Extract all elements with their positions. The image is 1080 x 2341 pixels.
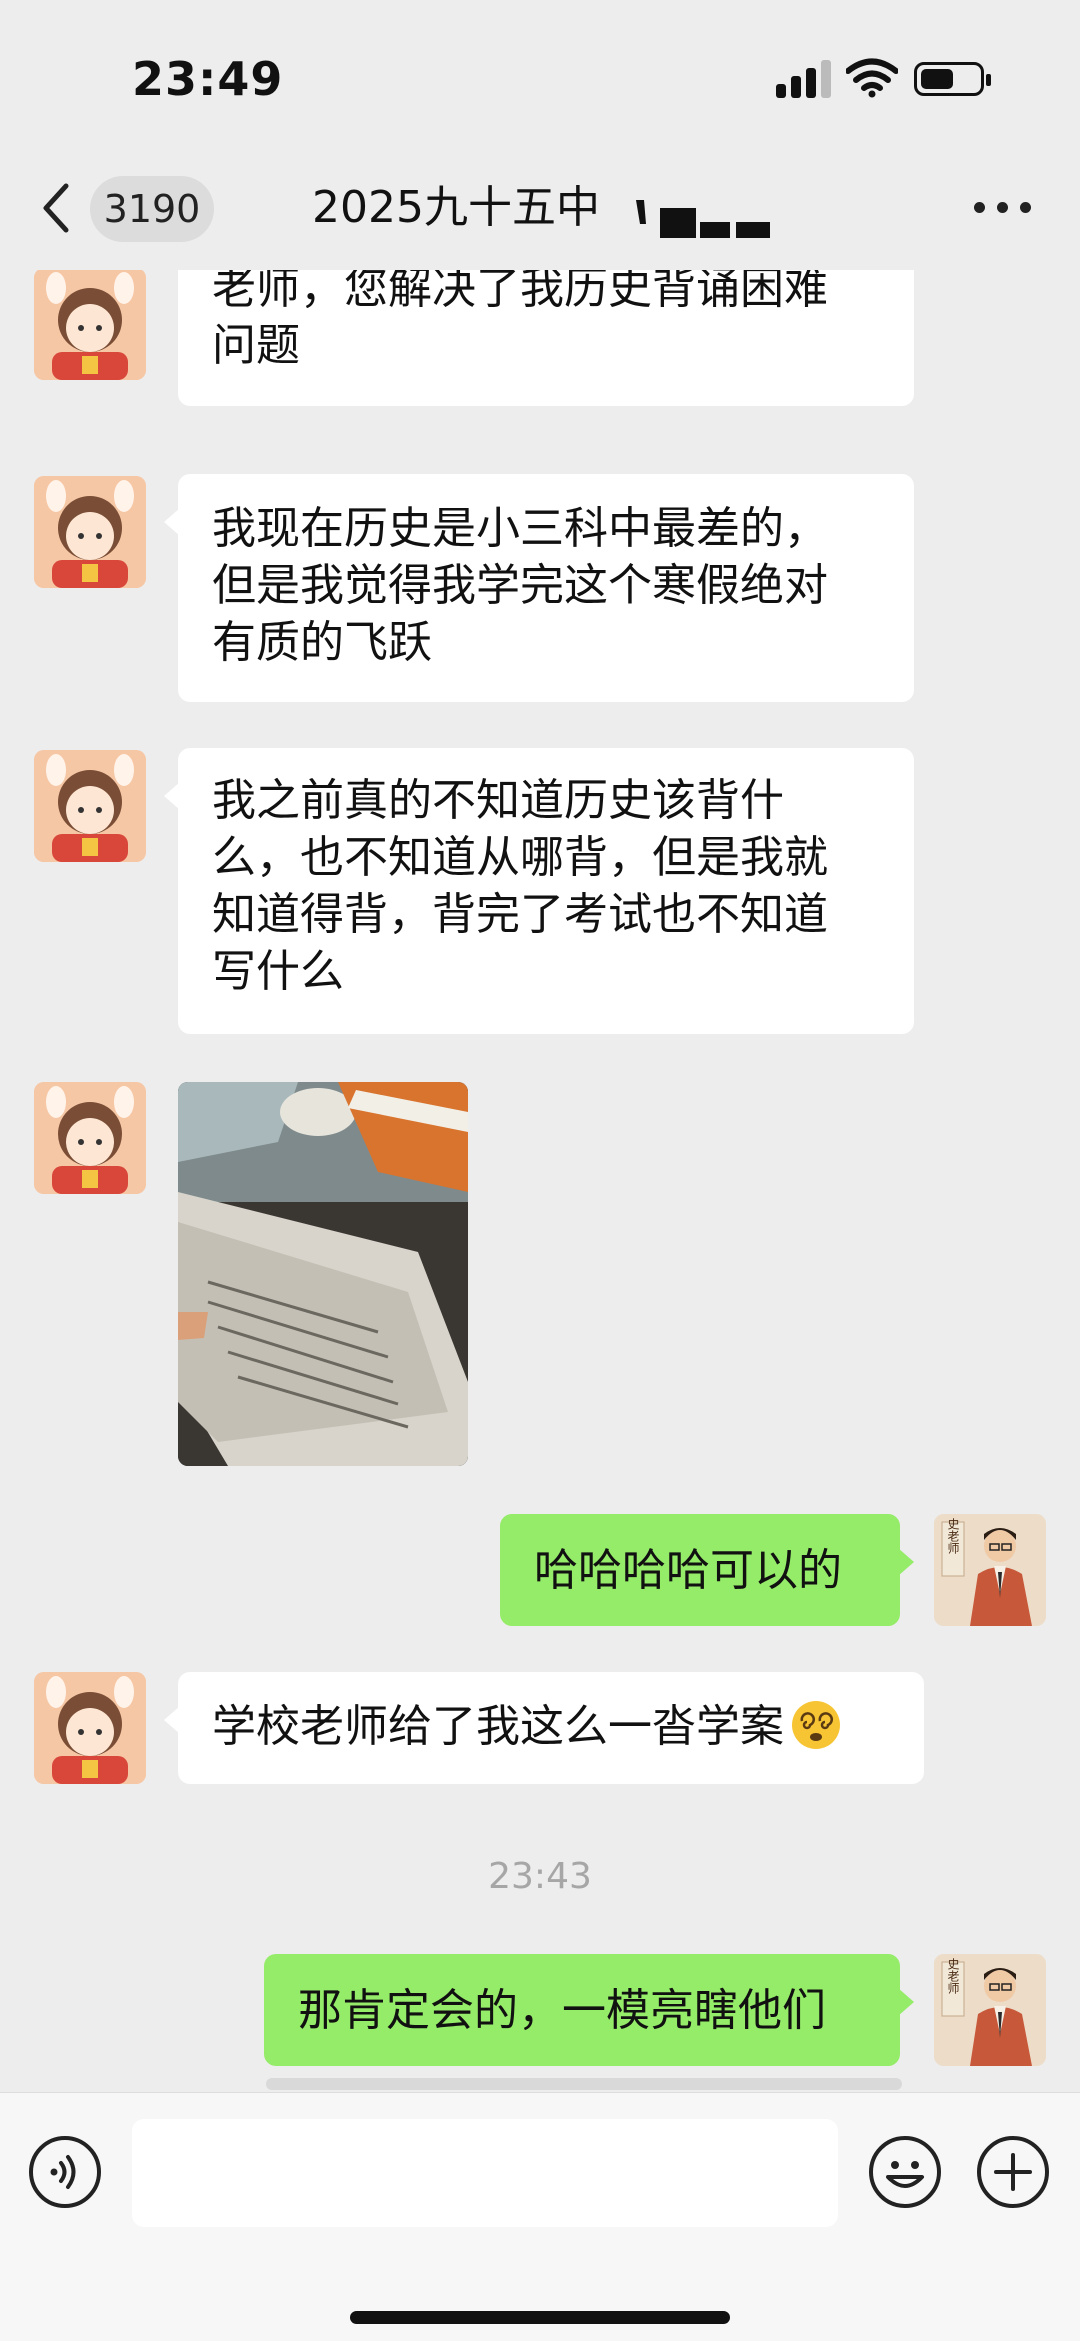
bubble-tail [898,1988,914,2016]
title-redaction-mark [636,200,770,238]
wifi-icon [846,58,898,98]
bubble-tail [164,782,180,810]
status-time: 23:49 [132,52,284,106]
student-avatar[interactable] [34,1082,146,1194]
message-text-line: 写什么 [212,946,344,997]
message-bubble-outgoing[interactable]: 哈哈哈哈可以的 [500,1514,914,1626]
plus-circle-icon[interactable] [976,2135,1050,2209]
dizzy-face-emoji-icon [792,1701,840,1749]
message-text-line: 学校老师给了我这么一沓学案 [212,1698,890,1755]
chat-screen: 23:49 3190 2025九十五中 老师，您解决了我历史背诵困难 问题 我现… [0,0,1080,2341]
cellular-signal-icon [776,60,832,98]
message-bubble-incoming[interactable]: 我现在历史是小三科中最差的， 但是我觉得我学完这个寒假绝对 有质的飞跃 [164,474,914,702]
message-text-line: 但是我觉得我学完这个寒假绝对 [212,560,828,611]
message-text-line: 哈哈哈哈可以的 [534,1545,842,1596]
message-bubble-outgoing[interactable]: 那肯定会的，一模亮瞎他们 [264,1954,914,2066]
more-dots-icon[interactable] [974,196,1032,220]
teacher-avatar[interactable]: 史老师 [934,1514,1046,1626]
student-avatar[interactable] [34,476,146,588]
bubble-tail [164,1706,180,1734]
photo-message[interactable] [178,1082,468,1466]
message-text-line: 有质的飞跃 [212,617,432,668]
teacher-avatar-sign: 史老师 [946,1958,960,1994]
bubble-tail [898,1548,914,1576]
chat-header: 3190 2025九十五中 [0,160,1080,270]
message-bubble-incoming[interactable]: 我之前真的不知道历史该背什 么，也不知道从哪背，但是我就 知道得背，背完了考试也… [164,748,914,1034]
message-text-line: 老师，您解决了我历史背诵困难 [212,270,828,314]
student-avatar[interactable] [34,750,146,862]
message-text: 学校老师给了我这么一沓学案 [212,1701,784,1752]
status-bar: 23:49 [0,0,1080,160]
teacher-avatar-sign: 史老师 [946,1518,960,1554]
message-bubble-incoming[interactable]: 学校老师给了我这么一沓学案 [164,1672,924,1784]
student-avatar[interactable] [34,270,146,380]
message-text-line: 知道得背，背完了考试也不知道 [212,889,828,940]
message-text-line: 么，也不知道从哪背，但是我就 [212,832,828,883]
next-message-edge [266,2078,902,2090]
voice-input-icon[interactable] [28,2135,102,2209]
message-list[interactable]: 老师，您解决了我历史背诵困难 问题 我现在历史是小三科中最差的， 但是我觉得我学… [0,270,1080,2090]
message-text-line: 那肯定会的，一模亮瞎他们 [298,1985,826,2036]
message-input[interactable] [132,2119,838,2227]
message-bubble-incoming[interactable]: 老师，您解决了我历史背诵困难 问题 [178,270,914,406]
chevron-left-icon[interactable] [36,180,86,236]
student-avatar[interactable] [34,1672,146,1784]
teacher-avatar[interactable]: 史老师 [934,1954,1046,2066]
battery-icon [914,62,991,96]
message-text-line: 问题 [212,320,300,371]
message-text-line: 我之前真的不知道历史该背什 [212,775,784,826]
message-text-line: 我现在历史是小三科中最差的， [212,503,828,554]
home-indicator[interactable] [350,2311,730,2324]
emoji-smile-icon[interactable] [868,2135,942,2209]
input-bar [0,2092,1080,2341]
unread-count-badge[interactable]: 3190 [90,176,214,242]
chat-title[interactable]: 2025九十五中 [312,178,600,238]
message-timestamp: 23:43 [488,1856,592,1897]
bubble-tail [164,508,180,536]
